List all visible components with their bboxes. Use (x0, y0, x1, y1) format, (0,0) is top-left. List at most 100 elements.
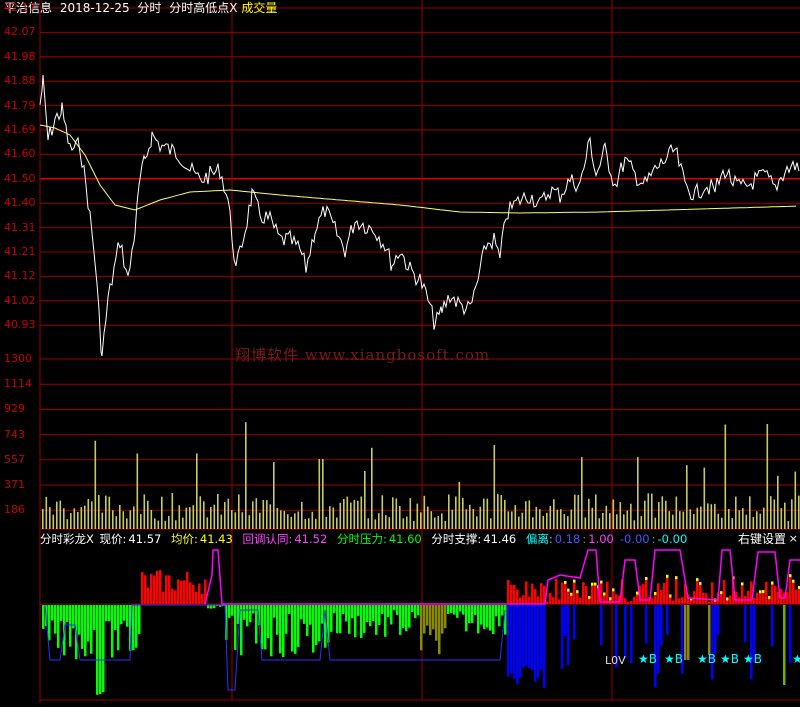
indicator-bar (102, 605, 105, 692)
volume-bar (42, 508, 44, 529)
indicator-title[interactable]: 分时彩龙X (40, 532, 94, 546)
volume-bar (721, 517, 723, 529)
volume-bar (402, 518, 405, 529)
price-tick-label: 41.02 (4, 293, 36, 307)
indicator-bar (279, 605, 282, 654)
indicator-bar (453, 605, 456, 615)
volume-bar (266, 500, 268, 529)
indicator-bar (387, 605, 390, 618)
volume-bar (451, 509, 454, 529)
price-tick-label: 42.17 (4, 1, 36, 14)
indicator-bar (690, 600, 693, 604)
indicator-bar (510, 585, 513, 604)
indicator-bar (771, 605, 774, 647)
volume-bar (108, 496, 111, 529)
indicator-bar (600, 580, 603, 584)
indicator-bar (483, 605, 486, 630)
indicator-bar (231, 605, 234, 616)
indicator-bar (774, 585, 777, 604)
volume-bar (553, 499, 555, 529)
volume-bar (416, 503, 419, 529)
volume-bar (546, 512, 548, 529)
indicator-bar (111, 605, 114, 658)
indicator-bar (447, 605, 450, 614)
volume-bar (644, 500, 646, 529)
indicator-bar (105, 605, 108, 622)
volume-bar (612, 499, 615, 529)
volume-bar (413, 520, 415, 529)
volume-bar (206, 517, 209, 529)
volume-bar (388, 517, 391, 529)
indicator-bar (579, 597, 582, 604)
volume-bar (791, 499, 793, 529)
volume-bar (724, 424, 727, 529)
price-tick-label: 41.31 (4, 220, 36, 234)
indicator-bar (303, 605, 306, 624)
volume-bar (514, 505, 517, 529)
indicator-bar (666, 605, 669, 636)
indicator-bar (546, 601, 549, 604)
volume-bar (465, 509, 468, 529)
indicator-bar (84, 605, 87, 657)
indicator-bar (234, 605, 237, 650)
volume-bar (633, 520, 636, 529)
indicator-bar (414, 605, 417, 619)
indicator-bar (570, 595, 573, 604)
volume-bar (122, 511, 125, 529)
volume-bar (507, 511, 510, 529)
indicator-bar (591, 582, 594, 586)
indicator-bar (450, 605, 453, 613)
volume-bar (749, 496, 751, 529)
indicator-bar (360, 605, 363, 638)
indicator-bar (600, 605, 603, 646)
volume-bar (623, 514, 625, 529)
volume-bar (574, 494, 576, 529)
volume-bar (175, 520, 177, 529)
right-click-settings[interactable]: 右键设置 (738, 531, 786, 547)
indicator-bar (696, 578, 699, 582)
volume-bar (689, 509, 692, 529)
price-tick-label: 41.88 (4, 74, 36, 88)
volume-bar (787, 520, 790, 529)
volume-bar (224, 502, 226, 529)
volume-bar (371, 447, 373, 529)
indicator-bar (273, 605, 276, 618)
indicator-bar (711, 605, 714, 680)
volume-bar (672, 514, 674, 529)
volume-bar (322, 459, 324, 529)
volume-bar (525, 501, 527, 529)
indicator-bar (348, 605, 351, 634)
volume-bar (49, 507, 51, 529)
indicator-bar (42, 605, 45, 629)
volume-bar (238, 494, 240, 529)
volume-bar (234, 512, 237, 529)
indicator-bar (645, 577, 648, 580)
volume-bar (598, 518, 601, 529)
volume-label[interactable]: 成交量 (241, 1, 277, 15)
indicator-bar (666, 574, 669, 578)
volume-bar (707, 503, 709, 529)
volume-bar (700, 506, 702, 529)
volume-bar (731, 518, 734, 529)
volume-bar (427, 506, 429, 529)
indicator-bar (288, 605, 291, 614)
indicator-bar (537, 605, 540, 678)
indicator-bar (489, 605, 492, 631)
indicator-bar (405, 605, 408, 632)
volume-bar (518, 516, 520, 529)
close-icon[interactable]: × (789, 531, 798, 547)
volume-bar (717, 513, 720, 529)
price-line (39, 75, 800, 357)
indicator-bar (141, 572, 144, 604)
indicator-name[interactable]: 分时高低点X (169, 1, 237, 15)
indicator-bar (429, 605, 432, 636)
indicator-bar (522, 605, 525, 668)
volume-bar (577, 494, 580, 529)
volume-bar (199, 496, 202, 529)
indicator-bar (513, 585, 516, 604)
volume-bar (528, 500, 531, 529)
volume-bar (63, 508, 65, 529)
indicator-bar (159, 570, 162, 604)
volume-bar (588, 498, 590, 529)
volume-bar (763, 507, 765, 529)
